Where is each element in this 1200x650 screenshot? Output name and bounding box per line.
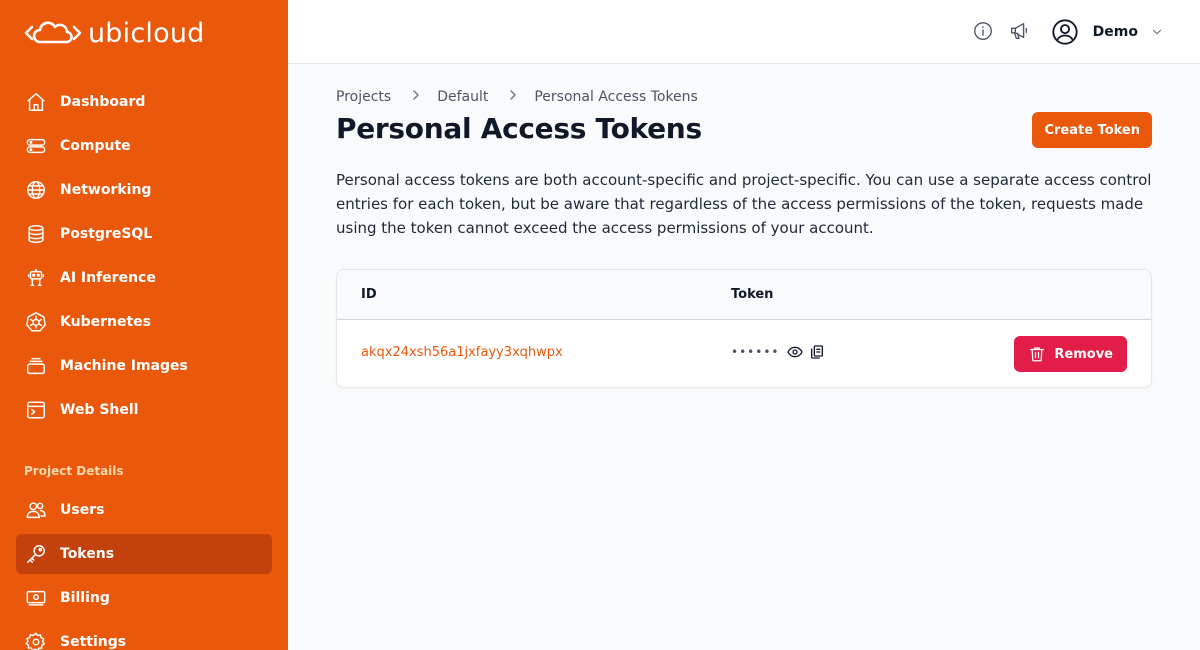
user-avatar-icon — [1051, 18, 1079, 46]
sidebar-item-kubernetes[interactable]: Kubernetes — [16, 302, 272, 342]
breadcrumb-current[interactable]: Personal Access Tokens — [534, 89, 697, 105]
ubicloud-logo[interactable]: ubicloud — [24, 16, 204, 50]
main-nav: Dashboard Compute Networking PostgreSQL … — [16, 82, 272, 434]
page-title: Personal Access Tokens — [336, 112, 702, 145]
sidebar-item-label: Compute — [60, 138, 131, 154]
sidebar-item-label: Billing — [60, 590, 110, 606]
sidebar-item-label: AI Inference — [60, 270, 156, 286]
sidebar-item-label: Settings — [60, 634, 127, 650]
user-name: Demo — [1092, 24, 1138, 40]
info-icon[interactable] — [972, 20, 996, 44]
breadcrumb-default[interactable]: Default — [437, 89, 488, 105]
sidebar-item-users[interactable]: Users — [16, 490, 272, 530]
sidebar-item-label: PostgreSQL — [60, 226, 153, 242]
billing-icon — [24, 586, 48, 610]
table-row: akqx24xsh56a1jxfayy3xqhwpx •••••• Remove — [337, 320, 1151, 387]
sidebar-item-label: Dashboard — [60, 94, 146, 110]
sidebar-item-label: Kubernetes — [60, 314, 151, 330]
megaphone-icon[interactable] — [1008, 20, 1032, 44]
cloud-logo-icon — [24, 21, 82, 44]
sidebar-item-label: Web Shell — [60, 402, 139, 418]
remove-label: Remove — [1054, 346, 1113, 362]
sidebar: ubicloud Dashboard Compute Networking Po… — [0, 0, 288, 650]
sidebar-item-label: Networking — [60, 182, 152, 198]
token-value: •••••• — [731, 344, 831, 360]
stack-icon — [24, 354, 48, 378]
create-token-button[interactable]: Create Token — [1032, 112, 1152, 148]
tokens-table: ID Token akqx24xsh56a1jxfayy3xqhwpx ••••… — [336, 269, 1152, 388]
sidebar-item-label: Users — [60, 502, 105, 518]
page-description: Personal access tokens are both account-… — [336, 171, 1152, 237]
sidebar-item-web-shell[interactable]: Web Shell — [16, 390, 272, 430]
trash-icon — [1028, 345, 1046, 363]
token-id-link[interactable]: akqx24xsh56a1jxfayy3xqhwpx — [361, 345, 563, 360]
user-menu[interactable]: Demo — [1051, 16, 1164, 48]
chevron-right-icon — [508, 89, 518, 105]
sidebar-item-networking[interactable]: Networking — [16, 170, 272, 210]
home-icon — [24, 90, 48, 114]
sidebar-item-ai-inference[interactable]: AI Inference — [16, 258, 272, 298]
database-icon — [24, 222, 48, 246]
terminal-icon — [24, 398, 48, 422]
remove-token-button[interactable]: Remove — [1014, 336, 1127, 372]
sidebar-item-billing[interactable]: Billing — [16, 578, 272, 618]
sidebar-item-dashboard[interactable]: Dashboard — [16, 82, 272, 122]
server-icon — [24, 134, 48, 158]
sidebar-item-tokens[interactable]: Tokens — [16, 534, 272, 574]
users-icon — [24, 498, 48, 522]
sidebar-item-settings[interactable]: Settings — [16, 622, 272, 650]
eye-icon[interactable] — [787, 344, 804, 360]
sidebar-item-compute[interactable]: Compute — [16, 126, 272, 166]
key-icon — [24, 542, 48, 566]
chevron-right-icon — [411, 89, 421, 105]
breadcrumb: Projects Default Personal Access Tokens — [336, 89, 698, 105]
globe-icon — [24, 178, 48, 202]
copy-icon[interactable] — [809, 344, 825, 360]
kubernetes-icon — [24, 310, 48, 334]
sidebar-item-label: Tokens — [60, 546, 115, 562]
token-mask: •••••• — [731, 345, 780, 359]
table-header: ID Token — [337, 270, 1151, 320]
brand-name: ubicloud — [88, 17, 205, 49]
sidebar-item-machine-images[interactable]: Machine Images — [16, 346, 272, 386]
project-nav: Users Tokens Billing Settings — [16, 490, 272, 650]
top-header: Demo — [288, 0, 1200, 64]
breadcrumb-projects[interactable]: Projects — [336, 89, 391, 105]
robot-icon — [24, 266, 48, 290]
gear-icon — [24, 630, 48, 650]
sidebar-item-label: Machine Images — [60, 358, 188, 374]
column-header-id: ID — [361, 287, 377, 302]
project-details-heading: Project Details — [24, 464, 124, 478]
sidebar-item-postgresql[interactable]: PostgreSQL — [16, 214, 272, 254]
chevron-down-icon — [1150, 25, 1164, 39]
column-header-token: Token — [731, 287, 774, 302]
